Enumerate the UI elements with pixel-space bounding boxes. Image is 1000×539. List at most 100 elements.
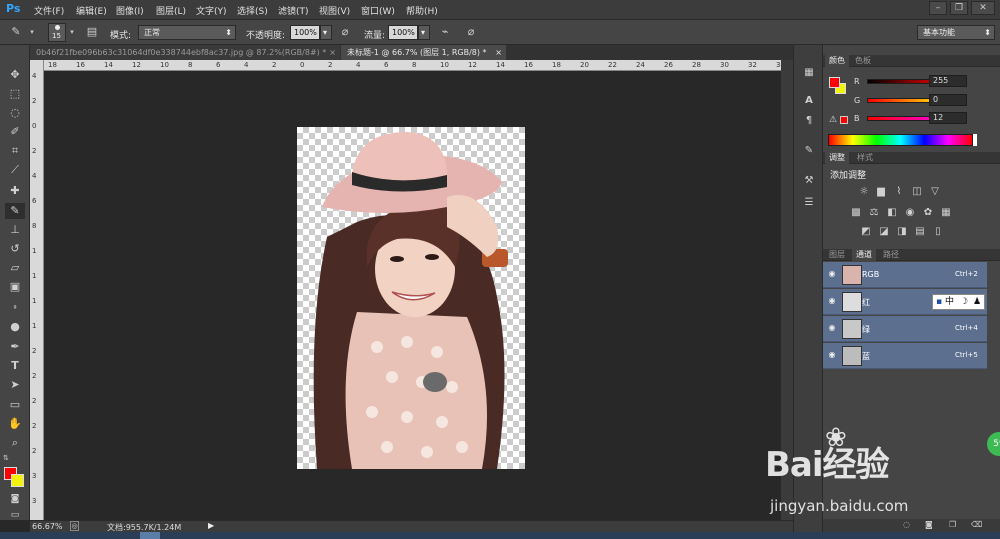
eye-icon[interactable]: ◉	[827, 323, 837, 333]
swap-colors-icon[interactable]: ⇅	[3, 454, 9, 462]
taskbar-app-button[interactable]	[140, 532, 160, 539]
lasso-icon[interactable]: ◌	[5, 105, 25, 121]
menu-select[interactable]: 选择(S)	[237, 4, 268, 17]
quick-mask-icon[interactable]: ◙	[5, 491, 25, 507]
curves-icon[interactable]: ⌇	[893, 186, 905, 198]
pressure-size-icon[interactable]: ⌀	[463, 24, 479, 40]
new-channel-icon[interactable]: ❐	[949, 520, 956, 529]
invert-icon[interactable]: ◩	[860, 226, 872, 238]
eyedropper-icon[interactable]: ⟋	[5, 162, 25, 178]
gamut-warning-icon[interactable]: ⚠	[829, 115, 837, 125]
type-icon[interactable]: T	[5, 358, 25, 374]
menu-edit[interactable]: 编辑(E)	[76, 4, 107, 17]
posterize-icon[interactable]: ◪	[878, 226, 890, 238]
marquee-icon[interactable]: ⬚	[5, 86, 25, 102]
channel-row-blue[interactable]: ◉ 蓝 Ctrl+5	[823, 343, 987, 369]
tool-presets-panel-icon[interactable]: ⚒	[801, 173, 817, 189]
menu-window[interactable]: 窗口(W)	[361, 4, 395, 17]
eye-icon[interactable]: ◉	[827, 269, 837, 279]
color-spectrum-bar[interactable]	[828, 134, 973, 146]
status-info-icon[interactable]: ◎	[70, 521, 79, 531]
eraser-icon[interactable]: ▱	[5, 260, 25, 276]
triangle-icon[interactable]: ▽	[929, 186, 941, 198]
lookup-icon[interactable]: ▦	[940, 207, 952, 219]
pressure-opacity-icon[interactable]: ⌀	[337, 24, 353, 40]
menu-file[interactable]: 文件(F)	[34, 4, 64, 17]
blue-value-input[interactable]: 12	[929, 112, 967, 124]
brush-icon[interactable]: ✎	[5, 203, 25, 219]
red-value-input[interactable]: 255	[929, 75, 967, 87]
menu-type[interactable]: 文字(Y)	[196, 4, 227, 17]
tab-channels[interactable]: 通道	[852, 249, 876, 261]
ime-mode[interactable]: 中	[945, 295, 954, 309]
close-icon[interactable]: ×	[495, 45, 502, 60]
path-select-icon[interactable]: ➤	[5, 377, 25, 393]
tab-document-1[interactable]: 0b46f21fbe096b63c31064df0e338744ebf8ac37…	[30, 45, 340, 60]
tab-color[interactable]: 颜色	[825, 55, 849, 67]
tab-paths[interactable]: 路径	[879, 249, 903, 261]
gradient-icon[interactable]: ▣	[5, 279, 25, 295]
close-icon[interactable]: ✕	[971, 1, 995, 15]
tab-styles[interactable]: 样式	[853, 152, 877, 164]
menu-help[interactable]: 帮助(H)	[406, 4, 438, 17]
close-icon[interactable]: ×	[329, 45, 336, 60]
mode-select[interactable]: 正常 ⬍	[138, 25, 236, 40]
eye-icon[interactable]: ◉	[827, 296, 837, 306]
character-panel-icon[interactable]: A	[801, 93, 817, 109]
eye-icon[interactable]: ◉	[827, 350, 837, 360]
flow-input[interactable]: 100%	[388, 25, 418, 40]
channel-mixer-icon[interactable]: ✿	[922, 207, 934, 219]
paragraph-panel-icon[interactable]: ¶	[801, 113, 817, 129]
selective-color-icon[interactable]: ▤	[914, 226, 926, 238]
properties-panel-icon[interactable]: ☰	[801, 195, 817, 211]
brightness-icon[interactable]: ☼	[858, 186, 870, 198]
tab-swatches[interactable]: 色板	[851, 55, 875, 67]
opacity-slider-toggle[interactable]: ▾	[320, 25, 332, 40]
menu-layer[interactable]: 图层(L)	[156, 4, 186, 17]
tab-document-2[interactable]: 未标题-1 @ 66.7% (图层 1, RGB/8) * ×	[341, 45, 506, 60]
tab-layers[interactable]: 图层	[825, 249, 849, 261]
moon-icon[interactable]: ☽	[960, 295, 968, 309]
green-value-input[interactable]: 0	[929, 94, 967, 106]
chevron-down-icon[interactable]: ▾	[68, 24, 76, 40]
blur-icon[interactable]: ⬫	[5, 299, 25, 315]
dodge-icon[interactable]: ●	[5, 319, 25, 335]
threshold-icon[interactable]: ◨	[896, 226, 908, 238]
save-selection-icon[interactable]: ◙	[925, 520, 933, 529]
ime-toolbar[interactable]: ▪ 中 ☽ ♟	[932, 294, 985, 310]
trash-icon[interactable]: ⌫	[971, 520, 982, 529]
quick-select-icon[interactable]: ✐	[5, 124, 25, 140]
channel-row-green[interactable]: ◉ 绿 Ctrl+4	[823, 316, 987, 342]
shape-icon[interactable]: ▭	[5, 397, 25, 413]
workspace-select[interactable]: 基本功能 ⬍	[917, 25, 995, 40]
minimize-icon[interactable]: –	[929, 1, 947, 15]
channel-row-rgb[interactable]: ◉ RGB Ctrl+2	[823, 262, 987, 288]
color-panel-foreground[interactable]	[829, 77, 840, 88]
photo-filter-icon[interactable]: ◉	[904, 207, 916, 219]
brush-tool-icon[interactable]: ✎	[8, 24, 24, 40]
healing-icon[interactable]: ✚	[5, 183, 25, 199]
menu-view[interactable]: 视图(V)	[319, 4, 350, 17]
brush-presets-panel-icon[interactable]: ✎	[801, 143, 817, 159]
zoom-level[interactable]: 66.67%	[32, 522, 63, 531]
hand-icon[interactable]: ✋	[5, 416, 25, 432]
crop-icon[interactable]: ⌗	[5, 143, 25, 159]
user-icon[interactable]: ♟	[973, 295, 981, 309]
pen-icon[interactable]: ✒	[5, 339, 25, 355]
airbrush-icon[interactable]: ⌁	[437, 24, 453, 40]
history-panel-icon[interactable]: ▦	[801, 65, 817, 81]
history-brush-icon[interactable]: ↺	[5, 241, 25, 257]
zoom-icon[interactable]: ⌕	[5, 435, 25, 451]
brush-panel-icon[interactable]: ▤	[84, 24, 100, 40]
chevron-down-icon[interactable]: ▾	[28, 24, 36, 40]
move-icon[interactable]: ✥	[5, 67, 25, 83]
opacity-input[interactable]: 100%	[290, 25, 320, 40]
load-selection-icon[interactable]: ◌	[903, 520, 910, 529]
levels-icon[interactable]: ▆	[875, 186, 887, 198]
menu-image[interactable]: 图像(I)	[116, 4, 144, 17]
restore-icon[interactable]: ❐	[950, 1, 968, 15]
horizontal-ruler[interactable]: 18 16 14 12 10 8 6 4 2 0 2 4 6 8 10 12 14 16 18 20 22 24 26 28 3…	[44, 60, 781, 71]
brush-preset-picker[interactable]: 15	[48, 23, 66, 42]
background-color-swatch[interactable]	[11, 474, 24, 487]
flow-slider-toggle[interactable]: ▾	[418, 25, 430, 40]
